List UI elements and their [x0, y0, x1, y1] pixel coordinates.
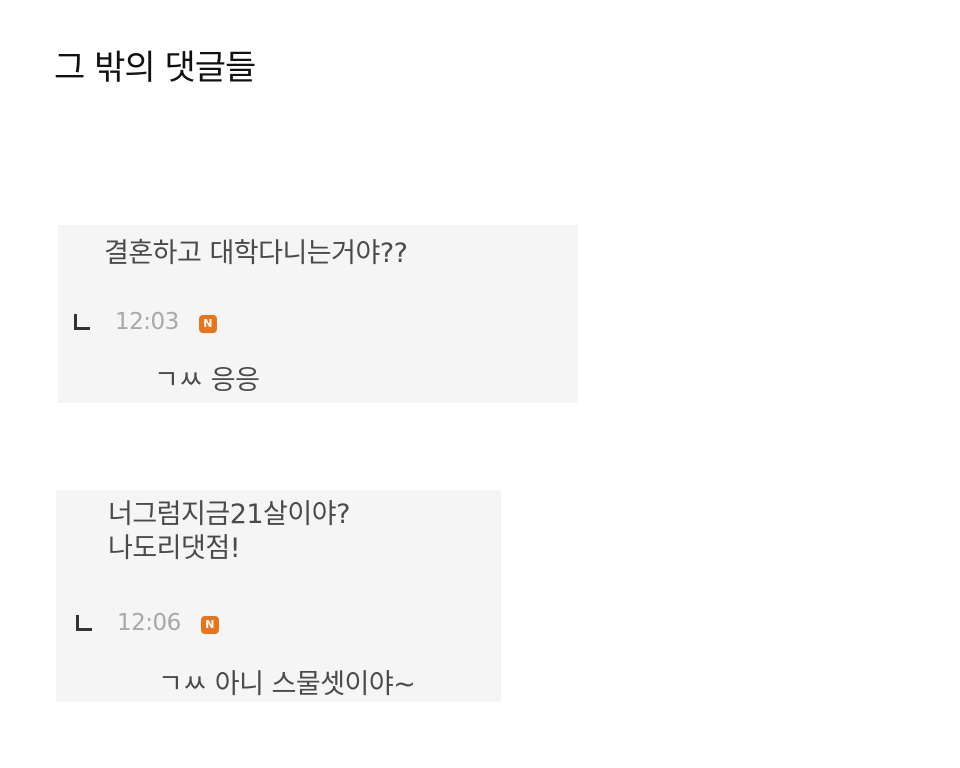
new-badge-icon: N — [198, 315, 217, 333]
comment-text: 너그럼지금21살이야? 나도리댓점! — [108, 498, 350, 566]
new-badge-icon: N — [200, 616, 219, 634]
reply-meta: 12:03 N — [74, 309, 217, 335]
reply-text: ㄱㅆ 아니 스물셋이야~ — [158, 669, 416, 700]
reply-text: ㄱㅆ 응응 — [154, 365, 260, 396]
reply-timestamp: 12:03 — [115, 309, 179, 335]
comment-line: 결혼하고 대학다니는거야?? — [104, 238, 408, 269]
comment-card: 결혼하고 대학다니는거야?? 12:03 N ㄱㅆ 응응 — [58, 225, 578, 403]
reply-timestamp: 12:06 — [117, 610, 181, 636]
comment-card: 너그럼지금21살이야? 나도리댓점! 12:06 N ㄱㅆ 아니 스물셋이야~ — [56, 490, 501, 702]
reply-arrow-icon — [76, 615, 92, 631]
comment-line: 나도리댓점! — [108, 533, 241, 564]
comment-text: 결혼하고 대학다니는거야?? — [104, 237, 408, 271]
comment-line: 너그럼지금21살이야? — [108, 499, 350, 530]
reply-arrow-icon — [74, 314, 90, 330]
reply-meta: 12:06 N — [76, 610, 219, 636]
page-title: 그 밖의 댓글들 — [54, 48, 256, 88]
